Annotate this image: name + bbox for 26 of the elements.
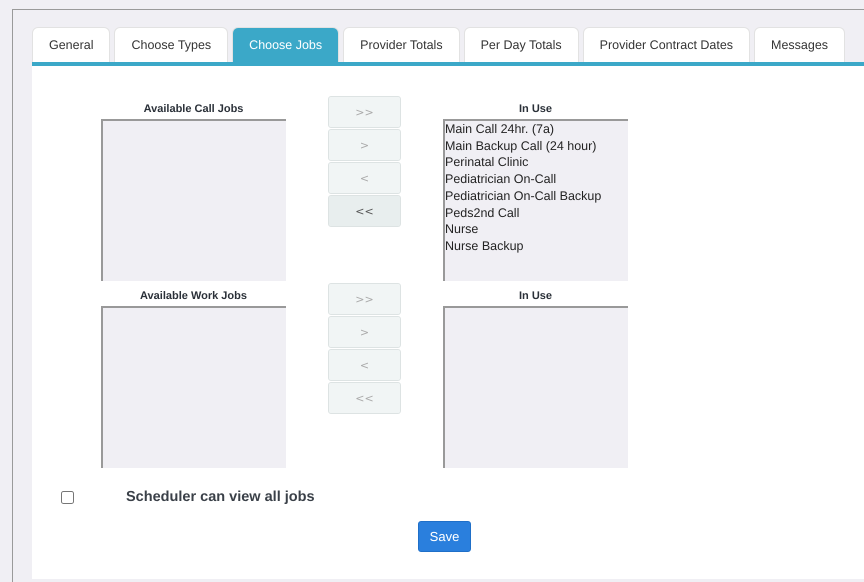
tab[interactable]: General	[32, 27, 110, 62]
list-item[interactable]: Pediatrician On-Call	[445, 171, 628, 188]
checkbox-label: Scheduler can view all jobs	[126, 489, 315, 505]
list-item[interactable]: Nurse Backup	[445, 238, 628, 255]
tab[interactable]: Messages	[754, 27, 846, 62]
list-item[interactable]: Main Backup Call (24 hour)	[445, 138, 628, 154]
in-use-list[interactable]: Main Call 24hr. (7a) Main Backup Call (24 hour) Perinatal Clinic Pediatrician On-Call Pediatrician On-Call Backup Peds2nd Call Nurse Nurse Backup	[443, 119, 628, 281]
tab[interactable]: Provider Totals	[343, 27, 460, 62]
available-list[interactable]	[101, 306, 286, 468]
available-list[interactable]	[101, 119, 286, 281]
list-title: Available Call Jobs	[144, 103, 244, 117]
list-title: Available Work Jobs	[140, 290, 247, 304]
tab[interactable]: Per Day Totals	[464, 27, 579, 62]
checkbox[interactable]	[61, 490, 74, 504]
tab[interactable]: Provider Contract Dates	[582, 27, 750, 62]
tab[interactable]: Choose Types	[114, 27, 228, 62]
list-item[interactable]: Pediatrician On-Call Backup	[445, 188, 628, 205]
move-button[interactable]: <<	[328, 195, 401, 227]
list-item[interactable]: Main Call 24hr. (7a)	[445, 121, 628, 138]
list-item[interactable]: Peds2nd Call	[445, 204, 628, 222]
list-item[interactable]: Perinatal Clinic	[445, 154, 628, 172]
list-item[interactable]: Nurse	[445, 221, 628, 238]
list-title: In Use	[518, 103, 552, 117]
save-button[interactable]: Save	[418, 521, 471, 552]
list-title: In Use	[518, 290, 552, 304]
in-use-list[interactable]	[443, 306, 628, 468]
